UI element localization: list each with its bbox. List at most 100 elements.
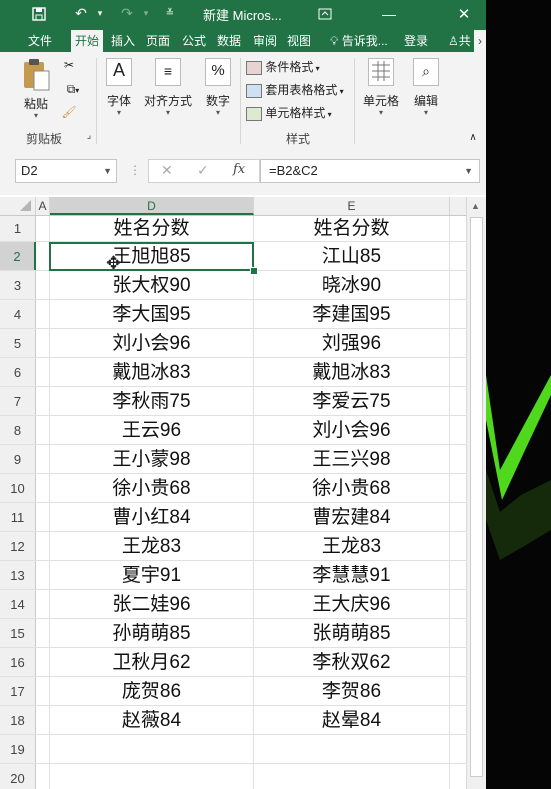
save-icon[interactable] [28,0,50,27]
cell-d[interactable] [50,764,254,789]
column-header-d[interactable]: D [50,197,254,215]
cell-d[interactable]: 夏宇91 [50,561,254,589]
cell-d[interactable]: 王龙83 [50,532,254,560]
row-header[interactable]: 5 [0,329,36,357]
paste-button[interactable]: 粘贴 ▾ [18,58,54,120]
cell-d[interactable]: 李大国95 [50,300,254,328]
cell-a[interactable] [36,242,50,270]
login-link[interactable]: 登录 [400,30,432,52]
row-header[interactable]: 16 [0,648,36,676]
cell-d[interactable]: 张二娃96 [50,590,254,618]
cell-d[interactable]: 卫秋月62 [50,648,254,676]
cell-a[interactable] [36,387,50,415]
tab-formulas[interactable]: 公式 [178,30,210,52]
cell-d[interactable]: 张大权90 [50,271,254,299]
cell-e[interactable]: 刘强96 [254,329,450,357]
conditional-format-button[interactable]: 条件格式 ▾ [246,58,320,75]
cell-d[interactable]: 戴旭冰83 [50,358,254,386]
cell-e[interactable]: 曹宏建84 [254,503,450,531]
fill-handle[interactable] [250,267,258,275]
cell-e[interactable]: 王三兴98 [254,445,450,473]
cells-button[interactable]: 单元格 ▾ [360,58,402,117]
row-header[interactable]: 6 [0,358,36,386]
cell-d[interactable] [50,735,254,763]
minimize-icon[interactable]: — [376,0,402,27]
clipboard-launcher-icon[interactable]: ⌟ [84,130,94,141]
cell-a[interactable] [36,590,50,618]
cell-a[interactable] [36,648,50,676]
cell-a[interactable] [36,474,50,502]
copy-icon[interactable]: ⧉▾ [60,82,86,97]
row-header[interactable]: 11 [0,503,36,531]
cell-a[interactable] [36,358,50,386]
row-header[interactable]: 3 [0,271,36,299]
cell-a[interactable] [36,503,50,531]
cut-icon[interactable]: ✂ [60,58,78,72]
row-header[interactable]: 18 [0,706,36,734]
format-painter-icon[interactable]: 🖌︎ [60,105,78,119]
row-header[interactable]: 7 [0,387,36,415]
cell-a[interactable] [36,445,50,473]
row-header[interactable]: 15 [0,619,36,647]
share-button[interactable]: ♙共 [444,30,475,52]
cell-e[interactable]: 晓冰90 [254,271,450,299]
customize-toolbar-icon[interactable]: ≚ [162,0,178,27]
tell-me-box[interactable]: 💡︎ 告诉我... [326,30,392,52]
cell-d[interactable]: 姓名分数 [50,216,254,241]
row-header[interactable]: 20 [0,764,36,789]
row-header[interactable]: 4 [0,300,36,328]
chevron-down-icon[interactable]: ▼ [103,160,112,182]
cell-d[interactable]: 曹小红84 [50,503,254,531]
cell-e[interactable]: 李贺86 [254,677,450,705]
cell-e[interactable]: 姓名分数 [254,216,450,241]
cell-d[interactable]: 赵薇84 [50,706,254,734]
select-all-corner[interactable] [0,197,36,215]
tab-home[interactable]: 开始 [71,30,104,52]
editing-button[interactable]: ⌕ 编辑 ▾ [408,58,444,117]
cell-e[interactable]: 王龙83 [254,532,450,560]
cell-a[interactable] [36,735,50,763]
cell-a[interactable] [36,677,50,705]
cell-a[interactable] [36,300,50,328]
cell-d[interactable]: 徐小贵68 [50,474,254,502]
cell-d[interactable]: 王旭旭85 [50,242,254,270]
row-header[interactable]: 14 [0,590,36,618]
cell-e[interactable]: 刘小会96 [254,416,450,444]
undo-icon[interactable]: ↶ [70,0,92,27]
tab-review[interactable]: 审阅 [249,30,281,52]
row-header[interactable]: 9 [0,445,36,473]
number-button[interactable]: % 数字 ▾ [200,58,236,117]
cell-d[interactable]: 李秋雨75 [50,387,254,415]
row-header[interactable]: 8 [0,416,36,444]
drag-handle-icon[interactable]: ⋮ [129,163,141,177]
cell-e[interactable] [254,764,450,789]
cell-e[interactable]: 李秋双62 [254,648,450,676]
cell-e[interactable]: 徐小贵68 [254,474,450,502]
scrollbar-thumb[interactable] [470,217,483,777]
table-format-button[interactable]: 套用表格格式 ▾ [246,81,344,98]
tab-page-layout[interactable]: 页面 [142,30,176,52]
redo-dropdown-icon[interactable]: ▾ [140,0,152,27]
close-icon[interactable]: ✕ [451,0,477,27]
alignment-button[interactable]: ≡ 对齐方式 ▾ [142,58,194,117]
cell-a[interactable] [36,216,50,241]
column-header-e[interactable]: E [254,197,450,215]
formula-input[interactable]: =B2&C2 ▼ [260,159,480,183]
undo-dropdown-icon[interactable]: ▾ [94,0,106,27]
tab-insert[interactable]: 插入 [107,30,139,52]
cell-a[interactable] [36,706,50,734]
cell-e[interactable]: 戴旭冰83 [254,358,450,386]
enter-icon[interactable]: ✓ [197,162,209,179]
scroll-up-icon[interactable]: ▲ [471,201,480,211]
row-header[interactable]: 19 [0,735,36,763]
column-header-a[interactable]: A [36,197,50,215]
collapse-ribbon-icon[interactable]: ∧ [466,132,480,143]
cell-d[interactable]: 王云96 [50,416,254,444]
insert-function-icon[interactable]: fx [233,162,245,177]
cell-a[interactable] [36,416,50,444]
ribbon-display-options-icon[interactable] [312,0,338,27]
cell-e[interactable]: 王大庆96 [254,590,450,618]
tabs-scroll-right-icon[interactable]: › [474,30,486,52]
cell-e[interactable]: 江山85 [254,242,450,270]
cell-a[interactable] [36,764,50,789]
